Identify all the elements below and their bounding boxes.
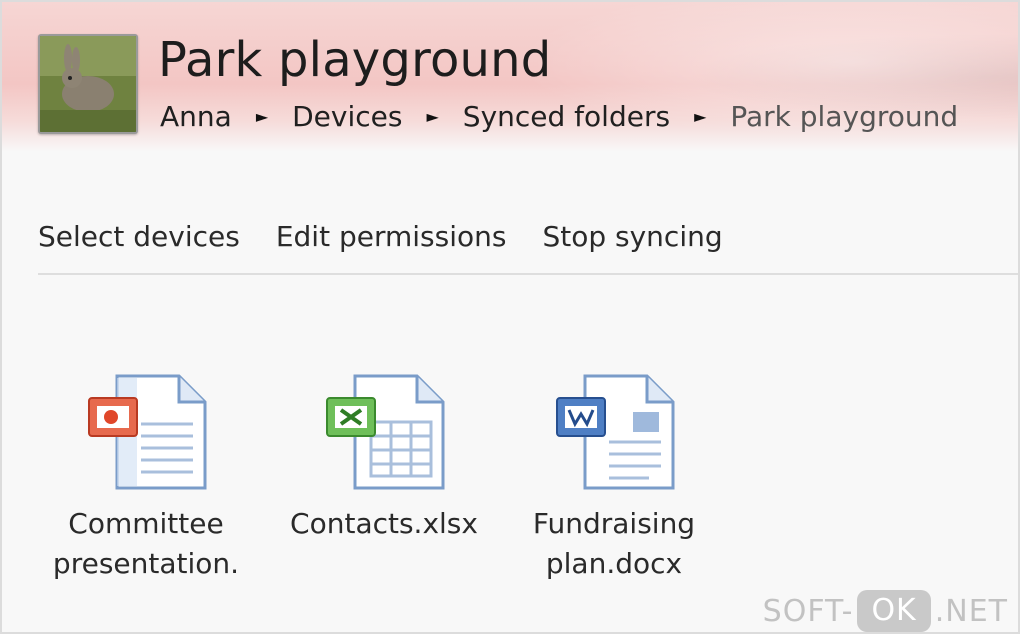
edit-permissions-button[interactable]: Edit permissions <box>276 220 507 253</box>
file-item-fundraising-plan[interactable]: Fundraising plan.docx <box>514 372 714 584</box>
breadcrumb-item-current: Park playground <box>730 100 959 133</box>
file-item-contacts-xlsx[interactable]: Contacts.xlsx <box>284 372 484 544</box>
file-name-line: plan.docx <box>545 547 683 580</box>
breadcrumb-separator-icon: ► <box>255 107 269 126</box>
breadcrumb-separator-icon: ► <box>694 107 707 126</box>
stop-syncing-button[interactable]: Stop syncing <box>542 220 722 253</box>
powerpoint-file-icon <box>88 374 207 490</box>
file-name-line: presentation. <box>52 547 240 580</box>
divider <box>38 273 1018 275</box>
excel-file-icon <box>326 374 445 490</box>
window: Park playground Anna ► Devices ► Synced … <box>0 0 1020 634</box>
breadcrumb-separator-icon: ► <box>426 107 439 126</box>
file-name-line: Committee <box>68 507 224 540</box>
select-devices-button[interactable]: Select devices <box>38 220 240 253</box>
file-item-committee-presentation[interactable]: Committee presentation. <box>46 372 246 584</box>
word-file-icon <box>556 374 675 490</box>
breadcrumb-item-synced-folders[interactable]: Synced folders <box>463 100 670 133</box>
breadcrumb-item-devices[interactable]: Devices <box>292 100 402 133</box>
file-name-line: Fundraising <box>532 507 696 540</box>
file-name-line: Contacts.xlsx <box>290 507 478 540</box>
page-title: Park playground <box>158 32 552 88</box>
breadcrumb-item-anna[interactable]: Anna <box>160 100 232 133</box>
watermark-ok: OK <box>857 590 931 632</box>
watermark: SOFT- OK .NET <box>763 590 1008 632</box>
folder-thumbnail-icon <box>38 34 138 134</box>
breadcrumb: Anna ► Devices ► Synced folders ► Park p… <box>160 100 958 133</box>
watermark-left: SOFT- <box>762 593 854 629</box>
watermark-right: .NET <box>934 593 1008 629</box>
command-bar: Select devices Edit permissions Stop syn… <box>38 220 723 253</box>
